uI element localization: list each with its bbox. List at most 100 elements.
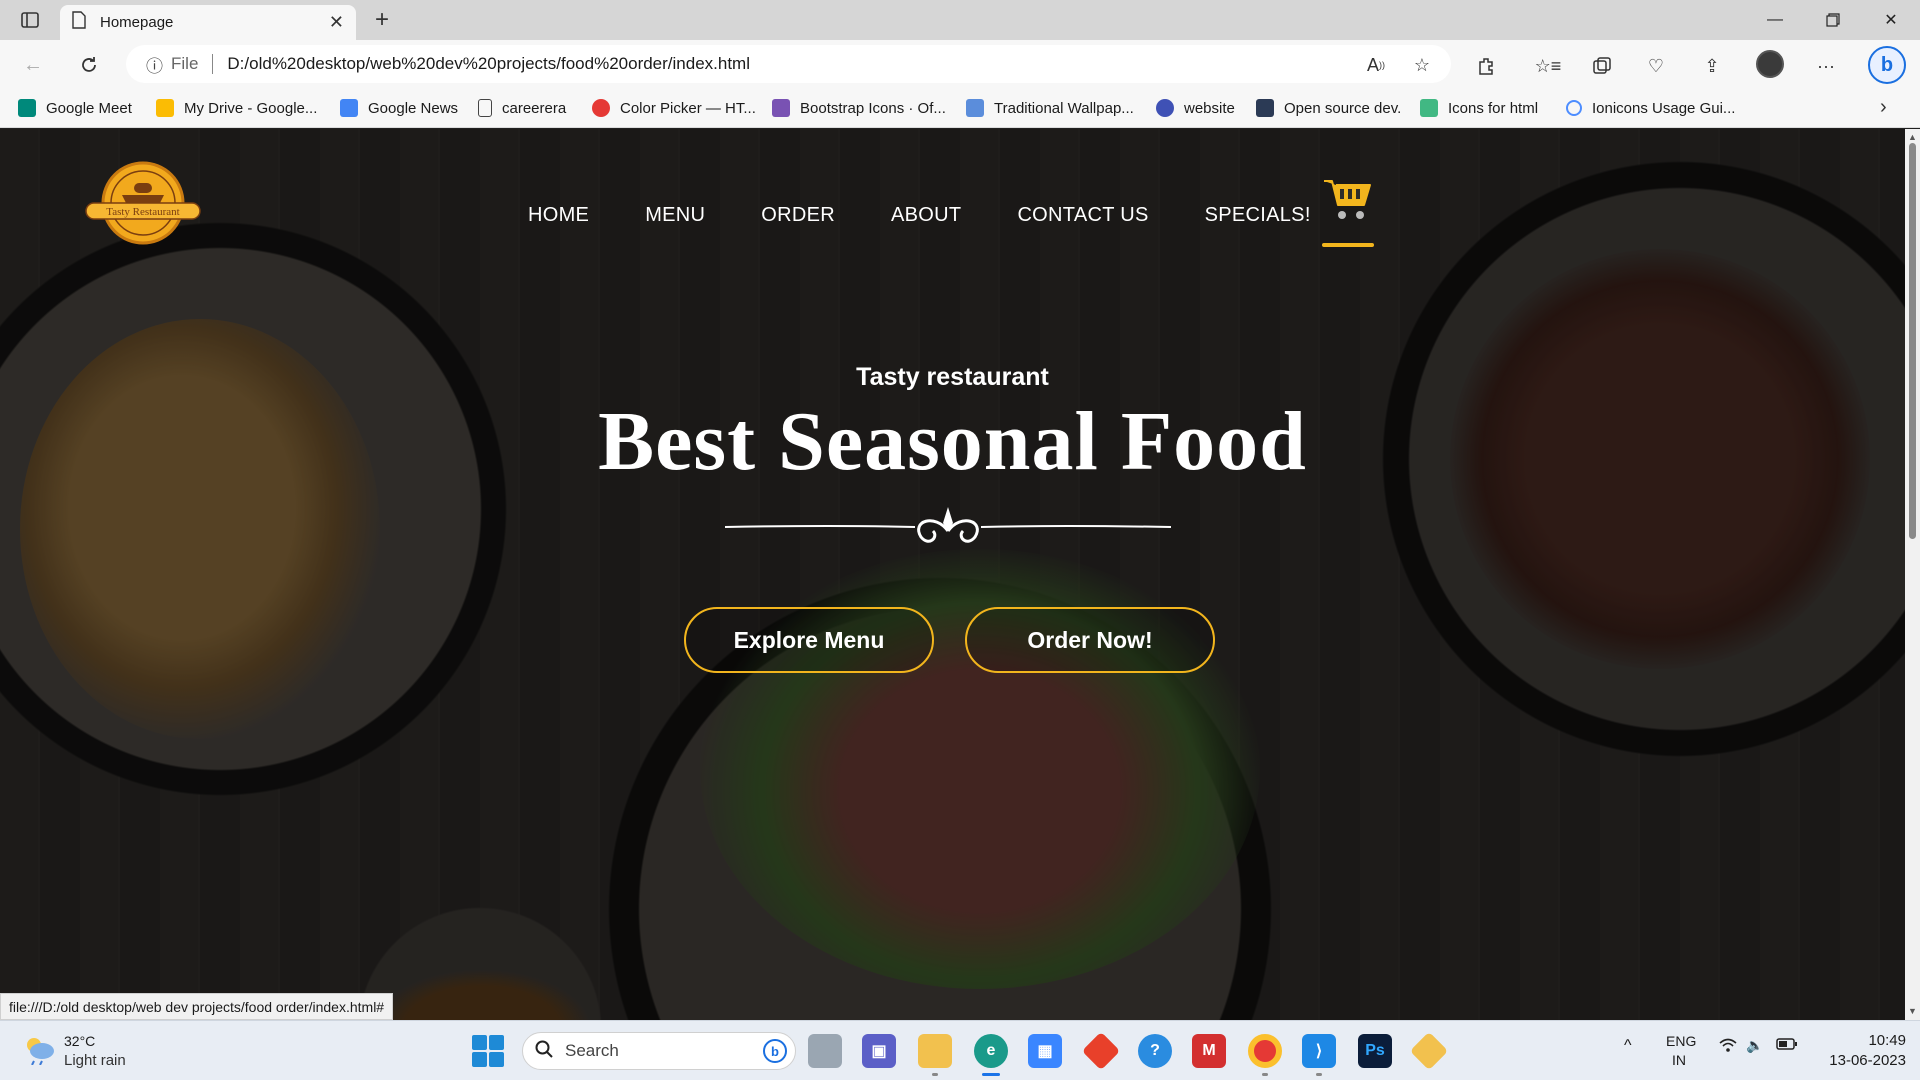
- clock-date[interactable]: 13-06-2023: [1818, 1052, 1906, 1069]
- bookmark-website[interactable]: website: [1156, 97, 1235, 119]
- address-bar[interactable]: ⓘ File D:/old%20desktop/web%20dev%20proj…: [126, 45, 1451, 83]
- collections-icon[interactable]: [1588, 52, 1616, 80]
- url-text[interactable]: D:/old%20desktop/web%20dev%20projects/fo…: [227, 54, 750, 74]
- start-button[interactable]: [472, 1035, 504, 1067]
- h-icon: [1256, 99, 1274, 117]
- mcafee-icon[interactable]: M: [1192, 1034, 1226, 1068]
- file-explorer-icon[interactable]: [918, 1034, 952, 1068]
- chrome-icon[interactable]: [1248, 1034, 1282, 1068]
- bookmark-label: website: [1184, 99, 1235, 117]
- app-diamond-icon[interactable]: [1409, 1031, 1449, 1071]
- logo-text: Tasty Restaurant: [106, 206, 179, 218]
- bookmark-label: careerera: [502, 99, 567, 117]
- edge-browser-icon[interactable]: e: [974, 1034, 1008, 1068]
- bookmark-label: Google Meet: [46, 99, 132, 117]
- hero-title: Best Seasonal Food: [598, 395, 1307, 488]
- restaurant-logo[interactable]: Tasty Restaurant: [84, 159, 202, 247]
- bookmark-ionicons[interactable]: Ionicons Usage Gui...: [1566, 97, 1735, 119]
- page-scrollbar[interactable]: ▲ ▼: [1905, 129, 1920, 1020]
- nav-menu[interactable]: MENU: [645, 204, 705, 227]
- gear-icon: [1156, 99, 1174, 117]
- task-view-icon[interactable]: [808, 1034, 842, 1068]
- close-window-button[interactable]: ✕: [1862, 0, 1920, 40]
- clock-time[interactable]: 10:49: [1866, 1032, 1906, 1049]
- browser-essentials-icon[interactable]: ♡: [1642, 52, 1670, 80]
- microsoft-store-icon[interactable]: ▦: [1028, 1034, 1062, 1068]
- nav-about[interactable]: ABOUT: [891, 204, 961, 227]
- vscode-icon[interactable]: ⟩: [1302, 1034, 1336, 1068]
- favorites-icon[interactable]: ☆≡: [1534, 52, 1562, 80]
- cart-icon[interactable]: [1322, 177, 1374, 225]
- photoshop-icon[interactable]: Ps: [1358, 1034, 1392, 1068]
- app-running-indicator: [1262, 1073, 1268, 1076]
- extensions-icon[interactable]: [1472, 52, 1500, 80]
- scroll-down-icon[interactable]: ▼: [1908, 1007, 1917, 1016]
- taskbar-search[interactable]: Search b: [522, 1032, 796, 1070]
- bookmark-icons-for-html[interactable]: Icons for html: [1420, 97, 1538, 119]
- explore-menu-button[interactable]: Explore Menu: [684, 607, 934, 673]
- tab-homepage[interactable]: Homepage ✕: [60, 5, 356, 40]
- bootstrap-icon: [772, 99, 790, 117]
- restore-button[interactable]: [1804, 0, 1862, 40]
- chevron-up-icon[interactable]: ^: [1624, 1037, 1632, 1055]
- volume-icon[interactable]: 🔈: [1746, 1037, 1763, 1054]
- search-icon: [535, 1040, 553, 1063]
- app-running-indicator: [932, 1073, 938, 1076]
- share-icon[interactable]: ⇪: [1698, 52, 1726, 80]
- page-icon: [72, 11, 86, 34]
- link-status-bar: file:///D:/old desktop/web dev projects/…: [0, 993, 394, 1020]
- language-top[interactable]: ENG: [1666, 1033, 1696, 1049]
- search-placeholder: Search: [565, 1041, 619, 1060]
- bookmark-traditional-wallpaper[interactable]: Traditional Wallpap...: [966, 97, 1134, 119]
- more-options-icon[interactable]: ···: [1812, 52, 1840, 80]
- info-icon[interactable]: ⓘ: [146, 52, 163, 77]
- refresh-icon[interactable]: [72, 48, 106, 82]
- close-tab-icon[interactable]: ✕: [329, 12, 344, 33]
- new-tab-button[interactable]: +: [368, 7, 396, 35]
- web-page: Tasty Restaurant HOME MENU ORDER ABOUT C…: [0, 129, 1905, 1020]
- weather-rain-icon[interactable]: [22, 1035, 56, 1065]
- nav-order[interactable]: ORDER: [761, 204, 835, 227]
- read-aloud-icon[interactable]: A)): [1364, 53, 1388, 77]
- windows-taskbar: 32°C Light rain Search b ▣ e ▦ ? M ⟩ Ps …: [0, 1020, 1920, 1080]
- app-red-diamond-icon[interactable]: [1081, 1031, 1121, 1071]
- order-now-button[interactable]: Order Now!: [965, 607, 1215, 673]
- dark-overlay: [0, 129, 1905, 1020]
- favorite-star-icon[interactable]: ☆: [1410, 53, 1434, 77]
- teams-chat-icon[interactable]: ▣: [862, 1034, 896, 1068]
- back-icon[interactable]: ←: [16, 48, 50, 82]
- google-news-icon: [340, 99, 358, 117]
- weather-description[interactable]: Light rain: [64, 1052, 126, 1069]
- ornamental-divider: [725, 507, 1171, 543]
- bookmark-careerera[interactable]: careerera: [478, 97, 566, 119]
- hero-subtitle: Tasty restaurant: [856, 363, 1049, 391]
- battery-icon[interactable]: [1776, 1037, 1798, 1054]
- profile-avatar[interactable]: [1756, 50, 1784, 78]
- language-bottom[interactable]: IN: [1672, 1052, 1686, 1068]
- bookmark-color-picker[interactable]: Color Picker — HT...: [592, 97, 756, 119]
- app-active-indicator: [982, 1073, 1000, 1076]
- nav-contact-us[interactable]: CONTACT US: [1017, 204, 1148, 227]
- nav-home[interactable]: HOME: [528, 204, 589, 227]
- chevron-right-icon[interactable]: ›: [1880, 96, 1887, 119]
- weather-temperature[interactable]: 32°C: [64, 1033, 95, 1049]
- bookmark-google-news[interactable]: Google News: [340, 97, 458, 119]
- tab-actions-icon[interactable]: [14, 6, 46, 34]
- minimize-button[interactable]: —: [1746, 0, 1804, 40]
- bookmark-label: Open source dev.: [1284, 99, 1402, 117]
- scroll-up-icon[interactable]: ▲: [1908, 133, 1917, 142]
- nav-specials[interactable]: SPECIALS!: [1205, 204, 1311, 227]
- bookmark-bootstrap-icons[interactable]: Bootstrap Icons · Of...: [772, 97, 946, 119]
- scrollbar-thumb[interactable]: [1909, 143, 1916, 539]
- wifi-icon[interactable]: [1718, 1037, 1738, 1056]
- bookmark-google-meet[interactable]: Google Meet: [18, 97, 132, 119]
- bookmark-open-source-dev[interactable]: Open source dev.: [1256, 97, 1401, 119]
- app-blue-circle-icon[interactable]: ?: [1138, 1034, 1172, 1068]
- tab-title: Homepage: [100, 14, 174, 31]
- bookmark-label: Color Picker — HT...: [620, 99, 756, 117]
- app-running-indicator: [1316, 1073, 1322, 1076]
- bookmark-label: Google News: [368, 99, 459, 117]
- bing-chat-icon[interactable]: b: [1868, 46, 1906, 84]
- color-picker-icon: [592, 99, 610, 117]
- bookmark-my-drive[interactable]: My Drive - Google...: [156, 97, 317, 119]
